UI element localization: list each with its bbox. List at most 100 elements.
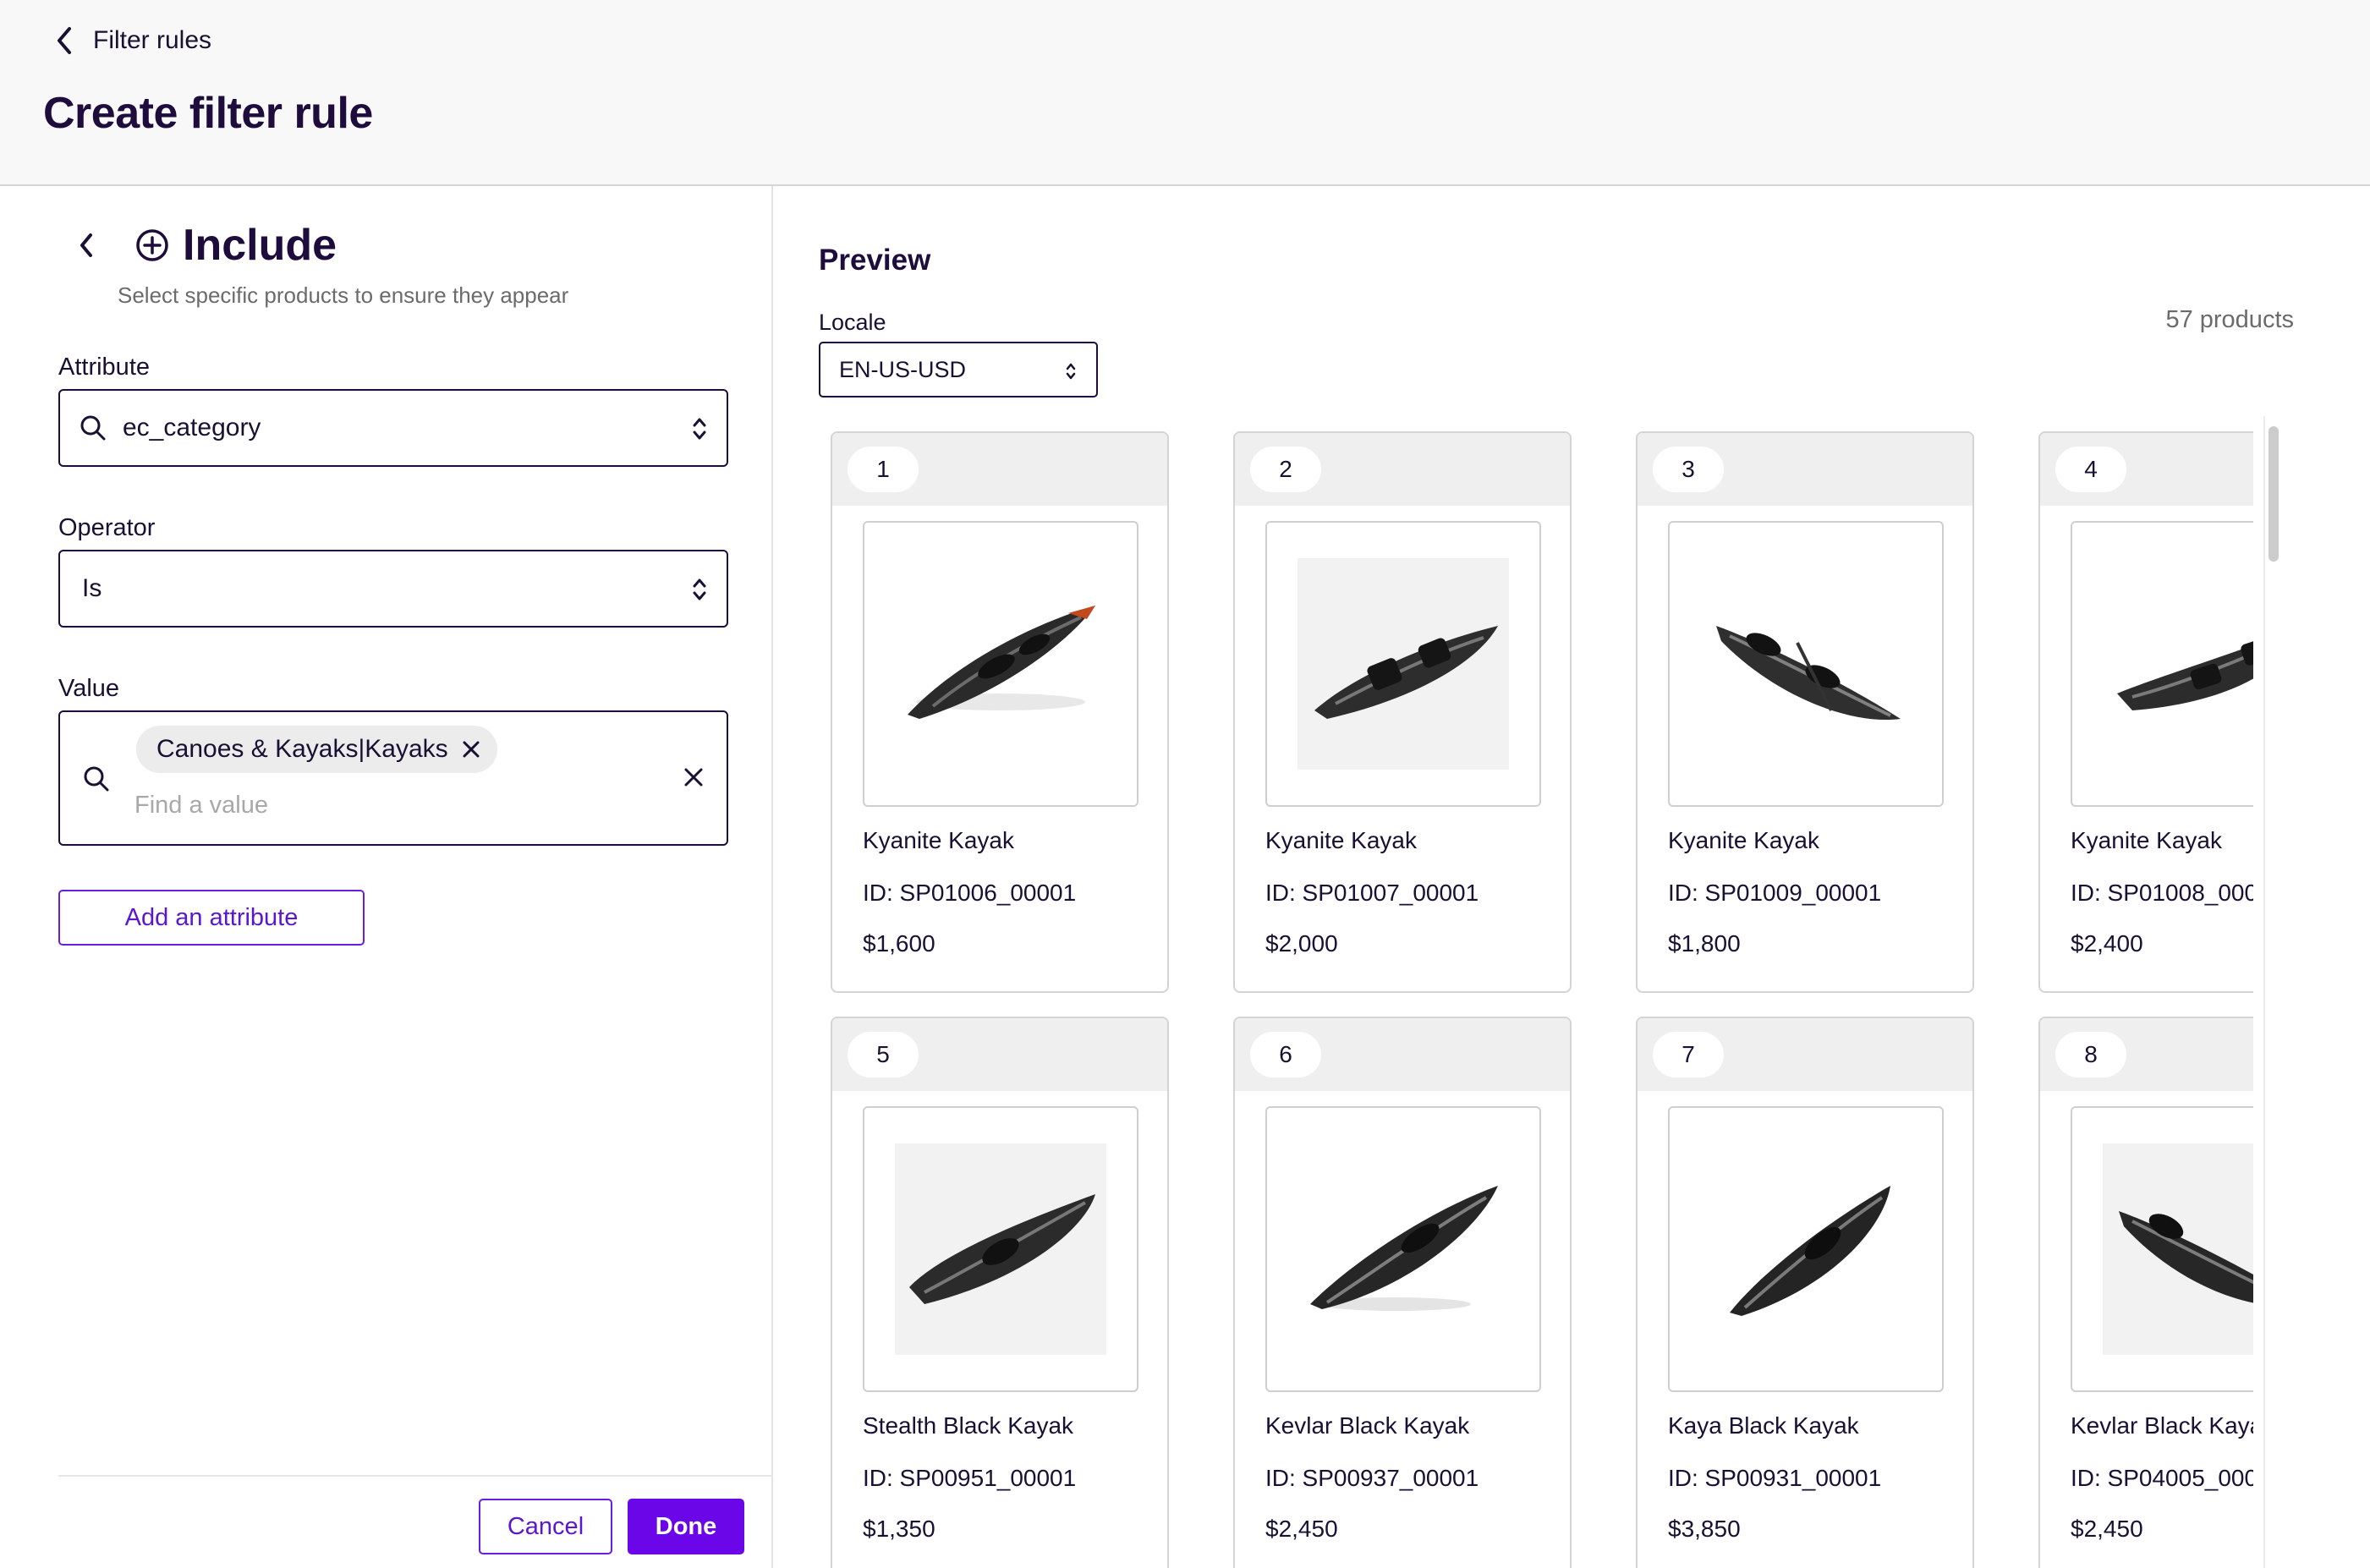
include-back-button[interactable] [69, 228, 103, 262]
kayak-image [2117, 639, 2253, 710]
clear-values-button[interactable] [683, 766, 705, 788]
page-header: Filter rules Create filter rule [0, 0, 2370, 186]
product-card[interactable]: 2 Kyanite Kayak ID: SP01007_00001 $2,000 [1233, 431, 1572, 993]
product-count: 57 products [2165, 306, 2294, 333]
preview-panel: Preview Locale EN-US-USD 57 products 1 K… [775, 186, 2370, 1568]
remove-chip-button[interactable] [462, 740, 480, 759]
kayak-image [1730, 1186, 1890, 1316]
product-image [2071, 1106, 2253, 1392]
product-card[interactable]: 7 Kaya Black Kayak ID: SP00931_00001 $3,… [1636, 1017, 1974, 1568]
product-price: $2,450 [1265, 1516, 1338, 1542]
product-id: ID: SP01007_00001 [1265, 880, 1479, 906]
include-subtitle: Select specific products to ensure they … [118, 282, 569, 308]
rank-badge: 6 [1250, 1032, 1321, 1077]
search-icon [80, 415, 106, 441]
kayak-image [2119, 1211, 2253, 1303]
rank-badge: 8 [2055, 1032, 2126, 1077]
rule-editor-panel: Include Select specific products to ensu… [0, 186, 773, 1568]
product-name: Kevlar Black Kayak [2071, 1412, 2253, 1439]
chevron-up-down-icon [693, 578, 706, 600]
locale-select[interactable]: EN-US-USD [819, 342, 1098, 397]
include-title: Include [183, 221, 337, 270]
product-price: $1,350 [863, 1516, 935, 1542]
product-id: ID: SP00937_00001 [1265, 1465, 1479, 1491]
done-button[interactable]: Done [628, 1499, 744, 1554]
chevron-up-down-icon [693, 418, 706, 440]
product-id: ID: SP01006_00001 [863, 880, 1077, 906]
product-name: Kyanite Kayak [1265, 827, 1417, 853]
rank-badge: 3 [1653, 447, 1724, 492]
product-id: ID: SP01009_00001 [1668, 880, 1882, 906]
product-card[interactable]: 5 Stealth Black Kayak ID: SP00951_00001 … [831, 1017, 1169, 1568]
rank-badge: 5 [848, 1032, 919, 1077]
preview-scrollbar[interactable] [2263, 416, 2280, 1568]
product-name: Kyanite Kayak [863, 827, 1014, 853]
product-id: ID: SP00951_00001 [863, 1465, 1077, 1491]
product-card[interactable]: 1 Kyanite Kayak ID: SP01006_00001 $1,600 [831, 431, 1169, 993]
add-attribute-button[interactable]: Add an attribute [58, 890, 365, 946]
product-card[interactable]: 4 Kyanite Kayak ID: SP01008_00001 $2,400 [2038, 431, 2253, 993]
operator-label: Operator [58, 514, 156, 541]
operator-select[interactable]: Is [58, 550, 728, 628]
back-to-filter-rules-link[interactable]: Filter rules [54, 25, 211, 56]
cancel-button[interactable]: Cancel [479, 1499, 612, 1554]
card-header: 2 [1235, 433, 1570, 506]
product-grid: 1 Kyanite Kayak ID: SP01006_00001 $1,600 [831, 431, 2253, 1568]
rank-badge: 1 [848, 447, 919, 492]
product-image [2071, 521, 2253, 807]
kayak-image [908, 606, 1095, 719]
locale-label: Locale [819, 310, 886, 335]
product-id: ID: SP00931_00001 [1668, 1465, 1882, 1491]
card-header: 8 [2040, 1018, 2253, 1091]
product-price: $2,400 [2071, 930, 2143, 957]
back-link-label: Filter rules [93, 26, 212, 54]
attribute-label: Attribute [58, 354, 150, 381]
scrollbar-thumb[interactable] [2269, 426, 2279, 562]
chevron-left-icon [58, 27, 71, 54]
card-header: 7 [1638, 1018, 1972, 1091]
card-header: 3 [1638, 433, 1972, 506]
kayak-image [1314, 626, 1498, 719]
product-card[interactable]: 6 Kevlar Black Kayak ID: SP00937_00001 $… [1233, 1017, 1572, 1568]
product-price: $2,450 [2071, 1516, 2143, 1542]
close-icon [684, 768, 703, 787]
card-header: 6 [1235, 1018, 1570, 1091]
product-price: $3,850 [1668, 1516, 1741, 1542]
value-chip-label: Canoes & Kayaks|Kayaks [156, 735, 448, 763]
search-icon [84, 766, 109, 792]
product-name: Kevlar Black Kayak [1265, 1412, 1470, 1439]
value-multiselect[interactable]: Canoes & Kayaks|Kayaks [58, 710, 728, 846]
plus-circle-icon [136, 229, 168, 261]
product-image [1668, 521, 1944, 807]
product-image [1265, 1106, 1541, 1392]
page-title: Create filter rule [43, 89, 373, 138]
product-name: Kyanite Kayak [2071, 827, 2222, 853]
rank-badge: 7 [1653, 1032, 1724, 1077]
card-header: 4 [2040, 433, 2253, 506]
close-icon [463, 741, 480, 758]
product-card[interactable]: 8 Kevlar Black Kayak ID: SP04005_00001 $… [2038, 1017, 2253, 1568]
card-header: 5 [832, 1018, 1167, 1091]
kayak-image [909, 1194, 1095, 1304]
rank-badge: 4 [2055, 447, 2126, 492]
attribute-value: ec_category [123, 414, 261, 441]
product-price: $1,800 [1668, 930, 1741, 957]
locale-value: EN-US-USD [839, 356, 967, 382]
kayak-image [1716, 626, 1901, 721]
product-image [1668, 1106, 1944, 1392]
product-id: ID: SP01008_00001 [2071, 880, 2253, 906]
chevron-left-icon [80, 233, 92, 257]
product-price: $1,600 [863, 930, 935, 957]
product-card[interactable]: 3 Kyanite Kayak ID: SP01009_00001 $1,800 [1636, 431, 1974, 993]
preview-title: Preview [819, 244, 931, 277]
chevron-up-down-icon [1066, 363, 1076, 380]
product-id: ID: SP04005_00001 [2071, 1465, 2253, 1491]
operator-value: Is [82, 574, 102, 602]
product-name: Kyanite Kayak [1668, 827, 1819, 853]
find-value-input[interactable] [134, 792, 608, 820]
value-label: Value [58, 675, 120, 702]
product-image [863, 1106, 1138, 1392]
product-name: Kaya Black Kayak [1668, 1412, 1859, 1439]
attribute-select[interactable]: ec_category [58, 389, 728, 467]
product-image [1265, 521, 1541, 807]
